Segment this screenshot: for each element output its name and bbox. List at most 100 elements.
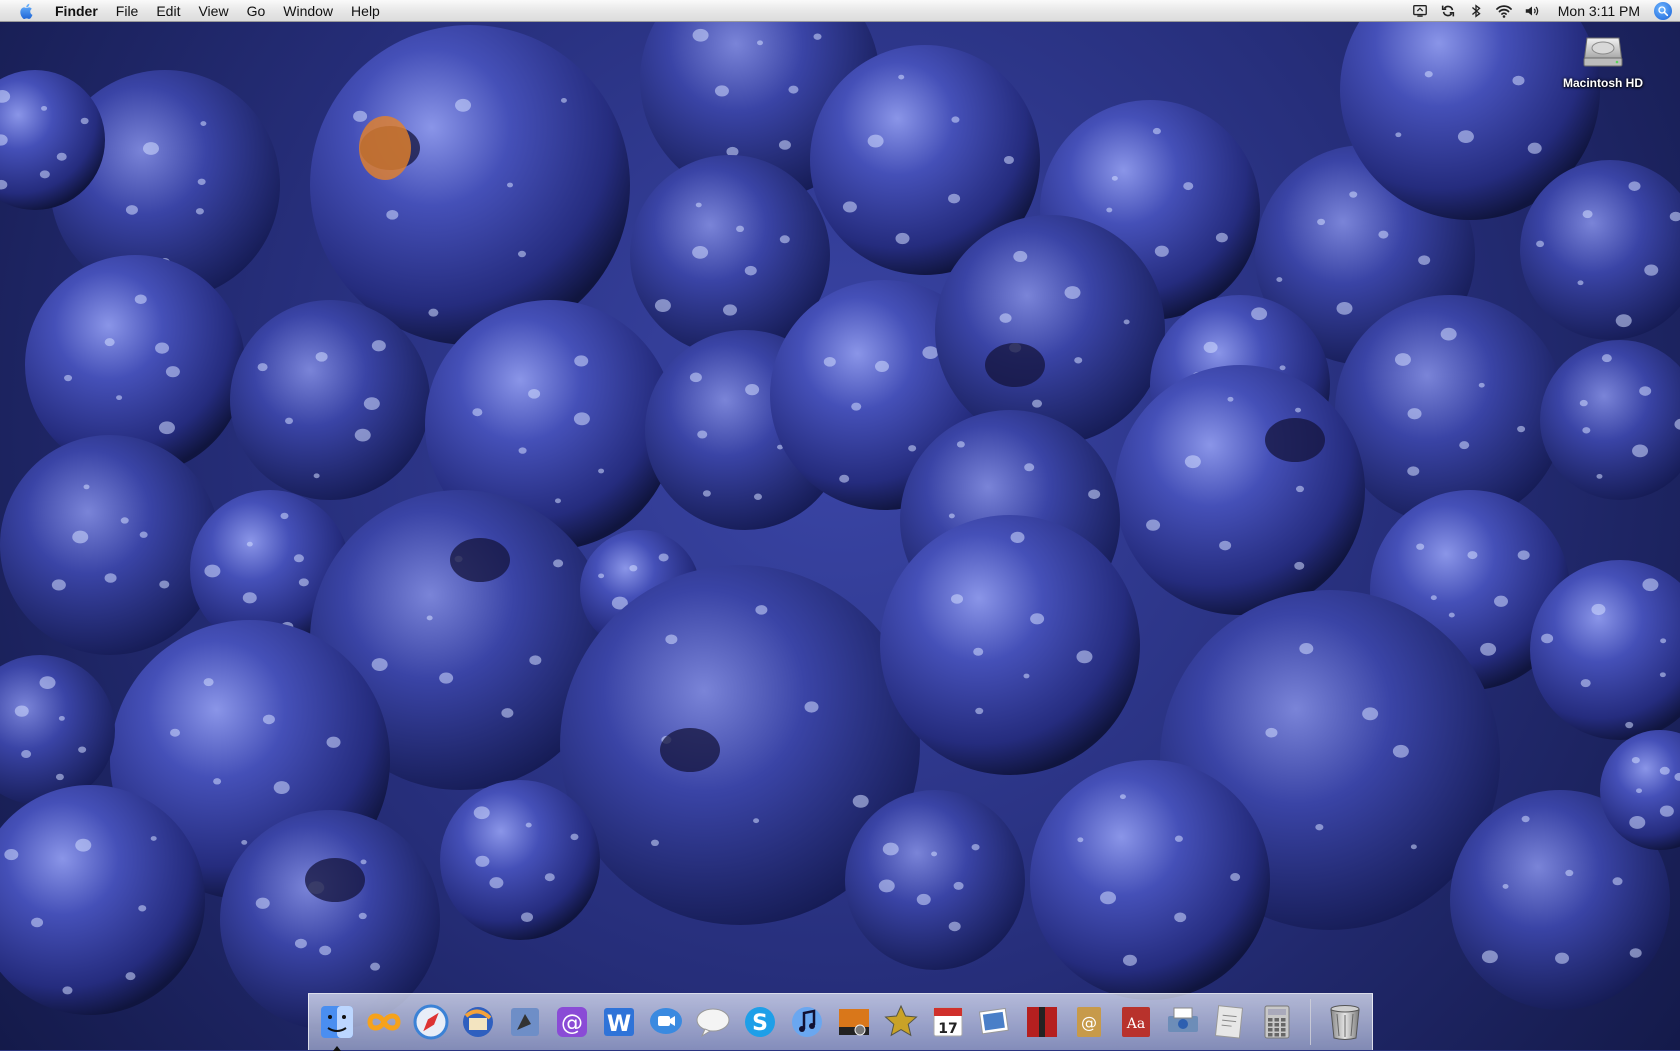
dock-item-dictionary[interactable]: Aa: [1114, 1000, 1158, 1044]
spotlight-icon[interactable]: [1654, 1, 1672, 20]
desktop-icon-macintosh-hd[interactable]: Macintosh HD: [1548, 28, 1658, 90]
water-droplet: [125, 205, 138, 215]
display-icon[interactable]: [1411, 2, 1429, 20]
water-droplet: [867, 134, 884, 148]
water-droplet: [1265, 727, 1278, 738]
dock-item-grocery-list[interactable]: [1208, 1000, 1252, 1044]
menubar-clock[interactable]: Mon 3:11 PM: [1546, 3, 1654, 19]
water-droplet: [358, 912, 367, 920]
camera-bubble-icon: [649, 1008, 682, 1034]
svg-text:@: @: [1081, 1013, 1097, 1032]
menu-window[interactable]: Window: [274, 0, 342, 22]
dock-item-speech-app[interactable]: [691, 1000, 735, 1044]
berry: [1115, 365, 1365, 615]
water-droplet: [197, 178, 206, 185]
dock-item-itunes[interactable]: [785, 1000, 829, 1044]
dock-item-skype[interactable]: S: [738, 1000, 782, 1044]
water-droplet: [1629, 948, 1642, 958]
menu-help[interactable]: Help: [342, 0, 389, 22]
water-droplet: [1203, 341, 1218, 354]
hard-drive-icon: [1581, 28, 1625, 72]
water-droplet: [104, 573, 117, 583]
water-droplet: [39, 170, 50, 179]
water-droplet: [1521, 815, 1530, 823]
water-droplet: [1392, 744, 1409, 758]
water-droplet: [241, 839, 248, 845]
dock-item-ical[interactable]: 17: [926, 1000, 970, 1044]
water-droplet: [1119, 794, 1126, 800]
bluetooth-icon[interactable]: [1467, 2, 1485, 20]
dock-item-onedrive[interactable]: [362, 1000, 406, 1044]
dock-item-preview[interactable]: [973, 1000, 1017, 1044]
menu-edit[interactable]: Edit: [147, 0, 189, 22]
menu-view[interactable]: View: [189, 0, 237, 22]
dock-item-finder[interactable]: [315, 1000, 359, 1051]
water-droplet: [695, 202, 702, 208]
dock: @ W S 17 @ Aa: [308, 993, 1373, 1051]
water-droplet: [1659, 766, 1670, 775]
water-droplet: [1183, 182, 1194, 191]
berry: [880, 515, 1140, 775]
photo-camera-icon: [838, 1009, 869, 1036]
water-droplet: [1582, 210, 1593, 219]
dock-separator: [1310, 999, 1311, 1045]
bird-icon: [510, 1008, 539, 1036]
berry: [310, 25, 630, 345]
water-droplet: [455, 98, 472, 112]
dock-item-at-app[interactable]: @: [550, 1000, 594, 1044]
menu-finder[interactable]: Finder: [46, 0, 107, 22]
finder-icon: [320, 1006, 353, 1038]
dock-item-thunderbird[interactable]: [456, 1000, 500, 1044]
water-droplet: [1615, 314, 1632, 328]
water-droplet: [1315, 823, 1324, 831]
svg-text:W: W: [606, 1012, 630, 1037]
berry-calyx: [660, 728, 720, 772]
water-droplet: [353, 110, 368, 122]
water-droplet: [1349, 191, 1358, 198]
menu-go[interactable]: Go: [238, 0, 275, 22]
water-droplet: [1146, 519, 1161, 531]
dock-item-front-row[interactable]: [1020, 1000, 1064, 1044]
water-droplet: [439, 672, 454, 684]
water-droplet: [1527, 142, 1542, 154]
dock-item-trash[interactable]: [1323, 1000, 1367, 1044]
water-droplet: [1184, 455, 1201, 469]
water-droplet: [1106, 207, 1113, 213]
dock-item-photo-booth[interactable]: [832, 1000, 876, 1044]
water-droplet: [1122, 954, 1137, 966]
svg-text:Aa: Aa: [1125, 1016, 1144, 1032]
dock-item-calculator[interactable]: [1255, 1000, 1299, 1044]
sync-icon[interactable]: [1439, 2, 1457, 20]
water-droplet: [1003, 156, 1014, 164]
water-droplet: [804, 701, 819, 713]
water-droplet: [922, 346, 939, 360]
notes-icon: [1214, 1005, 1243, 1039]
dock-item-hp-utility[interactable]: [1161, 1000, 1205, 1044]
water-droplet: [874, 360, 889, 373]
water-droplet: [1467, 551, 1478, 560]
water-droplet: [560, 98, 567, 103]
water-droplet: [744, 265, 757, 276]
dock-item-bird-app[interactable]: [503, 1000, 547, 1044]
menu-file[interactable]: File: [107, 0, 148, 22]
water-droplet: [1407, 408, 1422, 420]
wifi-icon[interactable]: [1495, 2, 1513, 20]
berry: [845, 790, 1025, 970]
water-droplet: [246, 541, 253, 547]
water-droplet: [1418, 255, 1431, 265]
dock-item-safari[interactable]: [409, 1000, 453, 1044]
dock-item-imovie[interactable]: [879, 1000, 923, 1044]
apple-icon[interactable]: [18, 2, 36, 20]
water-droplet: [788, 85, 799, 94]
water-droplet: [1555, 952, 1570, 964]
volume-icon[interactable]: [1523, 2, 1541, 20]
water-droplet: [953, 881, 964, 890]
berry-calyx: [1265, 418, 1325, 462]
water-droplet: [294, 938, 307, 949]
water-droplet: [298, 578, 309, 587]
dock-item-address-book[interactable]: @: [1067, 1000, 1111, 1044]
berry-calyx: [305, 858, 365, 902]
water-droplet: [120, 517, 129, 524]
dock-item-word-app[interactable]: W: [597, 1000, 641, 1044]
dock-item-video-chat[interactable]: [644, 1000, 688, 1044]
